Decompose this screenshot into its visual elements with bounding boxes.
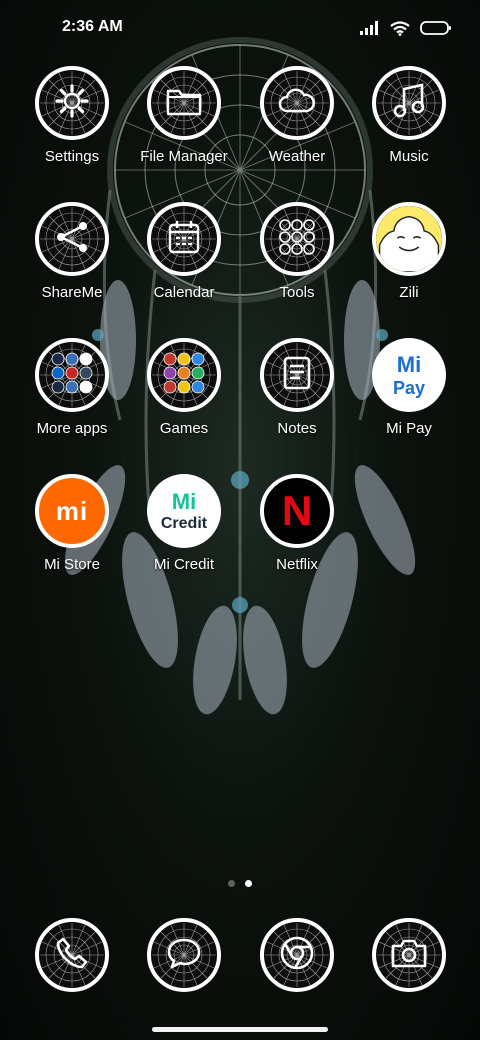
signal-icon <box>360 21 378 35</box>
status-time: 2:36 AM <box>62 18 123 35</box>
app-music[interactable]: Music <box>357 66 461 186</box>
app-mi-credit[interactable]: Mi Credit Mi Credit <box>132 474 236 594</box>
folder-icon <box>147 66 221 140</box>
app-label: Notes <box>277 420 317 437</box>
logo-text-sub: Credit <box>160 515 208 532</box>
cloud-icon <box>260 66 334 140</box>
app-label: ShareMe <box>41 284 103 301</box>
folder-games-icon <box>147 338 221 412</box>
dock-app-messages[interactable] <box>132 918 236 998</box>
gear-icon <box>35 66 109 140</box>
app-tools[interactable]: Tools <box>245 202 349 322</box>
logo-text-mi: Mi <box>171 489 197 514</box>
dock-app-phone[interactable] <box>20 918 124 998</box>
app-zili[interactable]: Zili <box>357 202 461 322</box>
mi-store-icon: mi <box>35 474 109 548</box>
dock-app-camera[interactable] <box>357 918 461 998</box>
notes-icon <box>260 338 334 412</box>
page-indicator <box>228 880 252 887</box>
app-label: File Manager <box>140 148 228 165</box>
page-dot-active[interactable] <box>245 880 252 887</box>
app-mi-pay[interactable]: Mi Pay Mi Pay <box>357 338 461 458</box>
app-shareme[interactable]: ShareMe <box>20 202 124 322</box>
app-more-apps[interactable]: More apps <box>20 338 124 458</box>
status-icons <box>360 18 452 38</box>
app-weather[interactable]: Weather <box>245 66 349 186</box>
dock-app-chrome[interactable] <box>245 918 349 998</box>
logo-text-mi: Mi <box>396 351 422 377</box>
mi-logo-text: mi <box>55 495 89 526</box>
messages-icon <box>147 918 221 992</box>
app-label: Weather <box>268 148 326 165</box>
home-indicator-bar[interactable] <box>152 1027 328 1032</box>
app-label: Mi Pay <box>386 420 432 437</box>
app-label: Netflix <box>276 556 318 573</box>
app-label: Calendar <box>153 284 215 301</box>
app-label: Tools <box>279 284 315 301</box>
app-label: Settings <box>44 148 100 165</box>
camera-icon <box>372 918 446 992</box>
app-label: Zili <box>399 284 419 301</box>
app-mi-store[interactable]: mi Mi Store <box>20 474 124 594</box>
page-dot[interactable] <box>228 880 235 887</box>
app-label: More apps <box>36 420 108 437</box>
app-settings[interactable]: Settings <box>20 66 124 186</box>
app-games[interactable]: Games <box>132 338 236 458</box>
app-calendar[interactable]: Calendar <box>132 202 236 322</box>
chrome-icon <box>260 918 334 992</box>
dock <box>0 918 480 998</box>
app-label: Mi Credit <box>153 556 214 573</box>
app-file-manager[interactable]: File Manager <box>132 66 236 186</box>
app-netflix[interactable]: N Netflix <box>245 474 349 594</box>
status-bar: 2:36 AM <box>0 0 480 56</box>
tools-grid-icon <box>260 202 334 276</box>
app-label: Music <box>389 148 429 165</box>
app-label: Games <box>159 420 209 437</box>
battery-icon <box>420 21 451 35</box>
app-label: Mi Store <box>44 556 100 573</box>
netflix-icon: N <box>260 474 334 548</box>
phone-icon <box>35 918 109 992</box>
netflix-logo-text: N <box>281 487 313 534</box>
folder-more-apps-icon <box>35 338 109 412</box>
app-notes[interactable]: Notes <box>245 338 349 458</box>
mi-pay-icon: Mi Pay <box>372 338 446 412</box>
mi-credit-icon: Mi Credit <box>147 474 221 548</box>
logo-text-sub: Pay <box>392 377 426 398</box>
calendar-icon <box>147 202 221 276</box>
share-icon <box>35 202 109 276</box>
music-note-icon <box>372 66 446 140</box>
zili-face-icon <box>372 202 446 276</box>
wifi-icon <box>390 20 410 36</box>
